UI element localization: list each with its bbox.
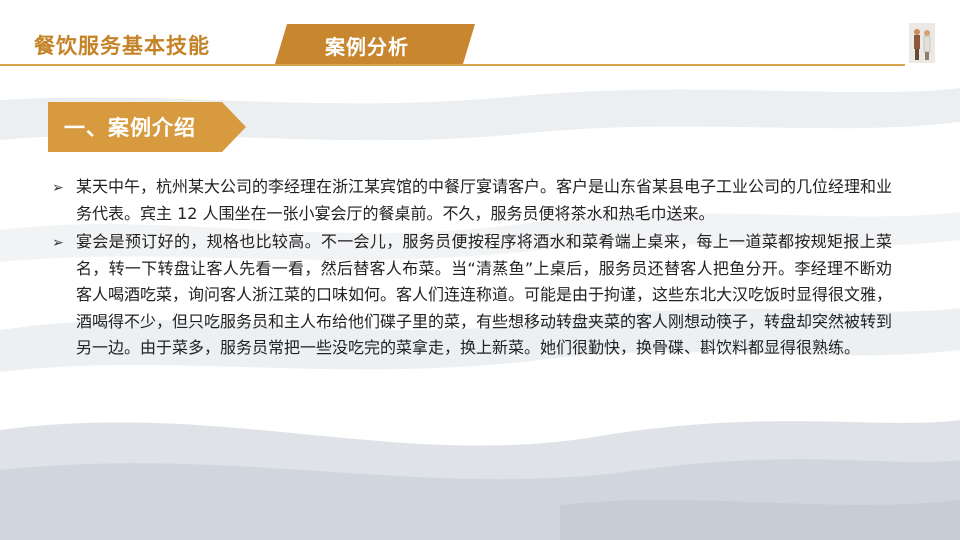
chef-figure-logo <box>909 23 935 63</box>
arrow-bullet-icon: ➢ <box>52 235 64 251</box>
section-title: 一、案例介绍 <box>64 116 196 140</box>
bullet-item: ➢ 宴会是预订好的，规格也比较高。不一会儿，服务员便按程序将酒水和菜肴端上桌来，… <box>52 229 892 362</box>
arrow-bullet-icon: ➢ <box>52 180 64 196</box>
bullet-item: ➢ 某天中午，杭州某大公司的李经理在浙江某宾馆的中餐厅宴请客户。客户是山东省某县… <box>52 174 892 227</box>
bullet-text: 某天中午，杭州某大公司的李经理在浙江某宾馆的中餐厅宴请客户。客户是山东省某县电子… <box>76 177 893 223</box>
case-content: ➢ 某天中午，杭州某大公司的李经理在浙江某宾馆的中餐厅宴请客户。客户是山东省某县… <box>52 174 892 362</box>
header-tab-label: 案例分析 <box>325 35 409 59</box>
header-divider <box>0 64 905 66</box>
bullet-text: 宴会是预订好的，规格也比较高。不一会儿，服务员便按程序将酒水和菜肴端上桌来，每上… <box>76 232 893 357</box>
course-title: 餐饮服务基本技能 <box>34 34 210 58</box>
section-banner: 一、案例介绍 <box>48 102 248 152</box>
header-tab-case-analysis: 案例分析 <box>275 24 475 64</box>
